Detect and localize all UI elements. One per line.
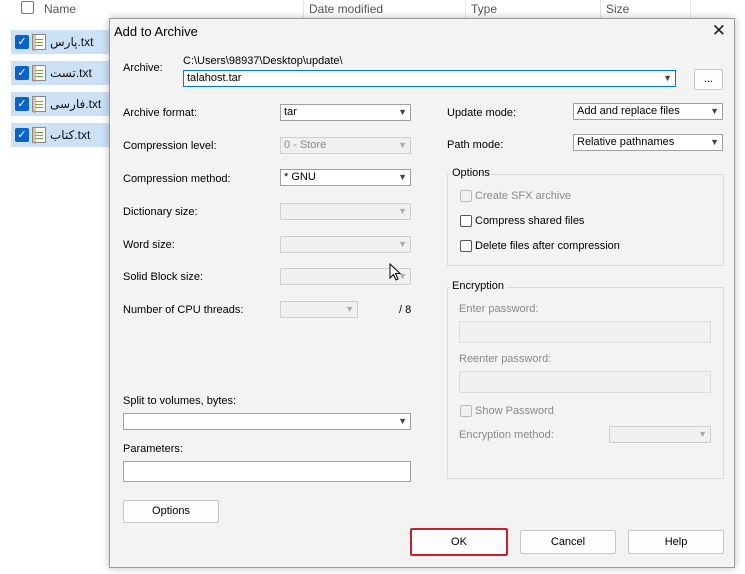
file-row[interactable]: ✓ کتاب.txt	[11, 123, 111, 147]
chevron-down-icon: ▼	[345, 304, 354, 314]
column-divider	[690, 0, 691, 18]
text-file-icon	[32, 65, 46, 82]
archive-name-value: talahost.tar	[187, 72, 242, 84]
ok-button[interactable]: OK	[410, 528, 508, 556]
file-name: تست.txt	[50, 66, 92, 80]
checked-checkbox-icon[interactable]: ✓	[15, 35, 29, 49]
column-size[interactable]: Size	[606, 2, 629, 16]
encryption-group-title: Encryption	[450, 280, 506, 292]
enter-password-label: Enter password:	[459, 303, 539, 315]
column-type[interactable]: Type	[471, 2, 497, 16]
compression-level-label: Compression level:	[123, 140, 217, 152]
show-password-label: Show Password	[475, 405, 554, 417]
chevron-down-icon[interactable]: ▼	[710, 104, 719, 119]
text-file-icon	[32, 127, 46, 144]
mouse-pointer-icon	[389, 263, 401, 281]
title-bar[interactable]: Add to Archive ✕	[110, 19, 734, 45]
column-divider	[465, 0, 466, 18]
chevron-down-icon: ▼	[398, 239, 407, 249]
chevron-down-icon: ▼	[398, 140, 407, 150]
archive-label: Archive:	[123, 62, 163, 74]
chevron-down-icon[interactable]: ▼	[398, 414, 407, 429]
text-file-icon	[32, 96, 46, 113]
file-row[interactable]: ✓ پارس.txt	[11, 30, 111, 54]
file-list-header: Name Date modified Type Size	[0, 0, 745, 18]
compression-level-select: 0 - Store ▼	[280, 137, 411, 154]
select-all-checkbox[interactable]	[21, 1, 34, 14]
archive-format-value: tar	[284, 106, 297, 118]
dictionary-size-select: ▼	[280, 203, 411, 220]
column-name[interactable]: Name	[44, 2, 76, 16]
create-sfx-checkbox	[460, 190, 472, 202]
parameters-label: Parameters:	[123, 443, 183, 455]
word-size-select: ▼	[280, 236, 411, 253]
column-divider	[303, 0, 304, 18]
delete-after-checkbox[interactable]	[460, 240, 472, 252]
options-button[interactable]: Options	[123, 500, 219, 523]
chevron-down-icon[interactable]: ▼	[663, 71, 672, 86]
chevron-down-icon: ▼	[398, 206, 407, 216]
file-name: پارس.txt	[50, 35, 94, 49]
reenter-password-input	[459, 371, 711, 393]
update-mode-select[interactable]: Add and replace files ▼	[573, 103, 723, 120]
split-volumes-label: Split to volumes, bytes:	[123, 395, 237, 407]
cpu-threads-select: ▼	[280, 301, 358, 318]
encryption-method-label: Encryption method:	[459, 429, 554, 441]
compression-level-value: 0 - Store	[284, 139, 327, 151]
archive-path: C:\Users\98937\Desktop\update\	[183, 55, 343, 67]
compress-shared-checkbox[interactable]	[460, 215, 472, 227]
dictionary-size-label: Dictionary size:	[123, 206, 198, 218]
help-button[interactable]: Help	[628, 530, 724, 554]
compression-method-value: * GNU	[284, 171, 316, 183]
cpu-threads-label: Number of CPU threads:	[123, 304, 244, 316]
file-name: کتاب.txt	[50, 128, 91, 142]
word-size-label: Word size:	[123, 239, 175, 251]
compression-method-select[interactable]: * GNU ▼	[280, 169, 411, 186]
archive-name-combobox[interactable]: talahost.tar ▼	[183, 70, 676, 87]
archive-format-label: Archive format:	[123, 107, 197, 119]
file-name: فارسی.txt	[50, 97, 102, 111]
cancel-button[interactable]: Cancel	[520, 530, 616, 554]
show-password-checkbox	[460, 405, 472, 417]
checked-checkbox-icon[interactable]: ✓	[15, 66, 29, 80]
create-sfx-label: Create SFX archive	[475, 190, 571, 202]
close-icon[interactable]: ✕	[712, 21, 726, 41]
browse-button[interactable]: ...	[694, 69, 723, 90]
reenter-password-label: Reenter password:	[459, 353, 552, 365]
options-group-title: Options	[450, 167, 492, 179]
checked-checkbox-icon[interactable]: ✓	[15, 97, 29, 111]
compress-shared-label[interactable]: Compress shared files	[475, 215, 584, 227]
chevron-down-icon[interactable]: ▼	[710, 135, 719, 150]
archive-format-select[interactable]: tar ▼	[280, 104, 411, 121]
split-volumes-combobox[interactable]: ▼	[123, 413, 411, 430]
chevron-down-icon: ▼	[698, 429, 707, 439]
solid-block-size-label: Solid Block size:	[123, 271, 204, 283]
chevron-down-icon[interactable]: ▼	[398, 105, 407, 120]
add-to-archive-dialog: Add to Archive ✕ Archive: C:\Users\98937…	[109, 18, 735, 568]
update-mode-label: Update mode:	[447, 107, 517, 119]
file-row[interactable]: ✓ تست.txt	[11, 61, 111, 85]
checked-checkbox-icon[interactable]: ✓	[15, 128, 29, 142]
path-mode-select[interactable]: Relative pathnames ▼	[573, 134, 723, 151]
file-row[interactable]: ✓ فارسی.txt	[11, 92, 111, 116]
enter-password-input	[459, 321, 711, 343]
path-mode-label: Path mode:	[447, 139, 504, 151]
column-divider	[600, 0, 601, 18]
update-mode-value: Add and replace files	[577, 105, 680, 117]
dialog-title: Add to Archive	[114, 24, 198, 39]
encryption-method-select: ▼	[609, 426, 711, 443]
column-date-modified[interactable]: Date modified	[309, 2, 383, 16]
cpu-threads-total: / 8	[399, 304, 412, 316]
chevron-down-icon[interactable]: ▼	[398, 170, 407, 185]
delete-after-label[interactable]: Delete files after compression	[475, 240, 620, 252]
text-file-icon	[32, 34, 46, 51]
parameters-input[interactable]	[123, 461, 411, 482]
path-mode-value: Relative pathnames	[577, 136, 675, 148]
compression-method-label: Compression method:	[123, 173, 231, 185]
